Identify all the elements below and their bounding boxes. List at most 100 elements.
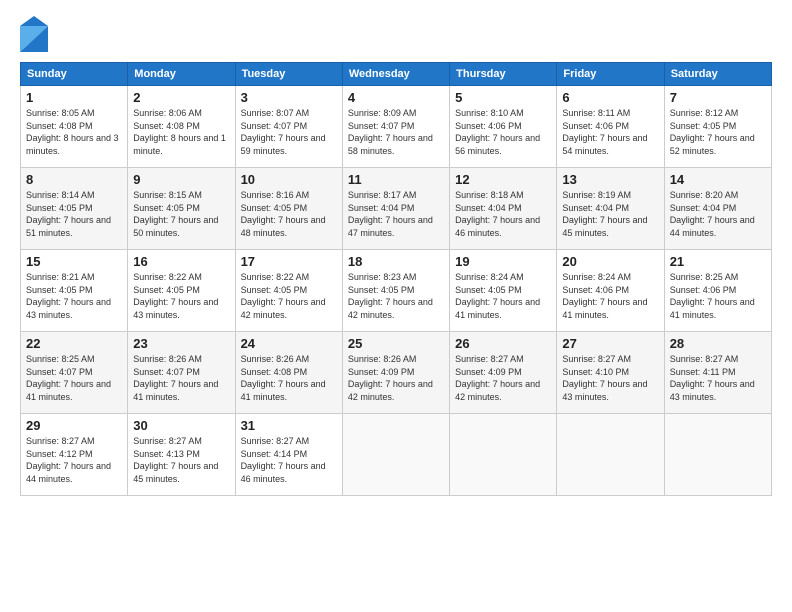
day-info: Sunrise: 8:10 AM Sunset: 4:06 PM Dayligh… xyxy=(455,107,551,157)
day-info: Sunrise: 8:21 AM Sunset: 4:05 PM Dayligh… xyxy=(26,271,122,321)
calendar-cell: 16 Sunrise: 8:22 AM Sunset: 4:05 PM Dayl… xyxy=(128,250,235,332)
sunrise: Sunrise: 8:27 AM xyxy=(133,436,202,446)
calendar-cell: 9 Sunrise: 8:15 AM Sunset: 4:05 PM Dayli… xyxy=(128,168,235,250)
day-number: 9 xyxy=(133,172,229,187)
daylight: Daylight: 7 hours and 41 minutes. xyxy=(670,297,755,320)
sunset: Sunset: 4:05 PM xyxy=(26,285,93,295)
day-number: 21 xyxy=(670,254,766,269)
sunset: Sunset: 4:08 PM xyxy=(133,121,200,131)
sunset: Sunset: 4:06 PM xyxy=(455,121,522,131)
day-info: Sunrise: 8:18 AM Sunset: 4:04 PM Dayligh… xyxy=(455,189,551,239)
daylight: Daylight: 7 hours and 41 minutes. xyxy=(562,297,647,320)
calendar-cell: 28 Sunrise: 8:27 AM Sunset: 4:11 PM Dayl… xyxy=(664,332,771,414)
sunrise: Sunrise: 8:14 AM xyxy=(26,190,95,200)
daylight: Daylight: 7 hours and 45 minutes. xyxy=(562,215,647,238)
sunset: Sunset: 4:07 PM xyxy=(241,121,308,131)
sunset: Sunset: 4:04 PM xyxy=(455,203,522,213)
day-number: 8 xyxy=(26,172,122,187)
day-number: 20 xyxy=(562,254,658,269)
day-info: Sunrise: 8:25 AM Sunset: 4:07 PM Dayligh… xyxy=(26,353,122,403)
sunset: Sunset: 4:09 PM xyxy=(348,367,415,377)
calendar-cell: 12 Sunrise: 8:18 AM Sunset: 4:04 PM Dayl… xyxy=(450,168,557,250)
daylight: Daylight: 7 hours and 43 minutes. xyxy=(670,379,755,402)
sunrise: Sunrise: 8:23 AM xyxy=(348,272,417,282)
day-number: 23 xyxy=(133,336,229,351)
calendar-cell: 1 Sunrise: 8:05 AM Sunset: 4:08 PM Dayli… xyxy=(21,86,128,168)
day-info: Sunrise: 8:26 AM Sunset: 4:09 PM Dayligh… xyxy=(348,353,444,403)
sunset: Sunset: 4:07 PM xyxy=(26,367,93,377)
sunset: Sunset: 4:12 PM xyxy=(26,449,93,459)
daylight: Daylight: 7 hours and 46 minutes. xyxy=(241,461,326,484)
calendar-cell: 17 Sunrise: 8:22 AM Sunset: 4:05 PM Dayl… xyxy=(235,250,342,332)
day-info: Sunrise: 8:27 AM Sunset: 4:13 PM Dayligh… xyxy=(133,435,229,485)
calendar-week-row: 22 Sunrise: 8:25 AM Sunset: 4:07 PM Dayl… xyxy=(21,332,772,414)
sunset: Sunset: 4:05 PM xyxy=(670,121,737,131)
day-info: Sunrise: 8:23 AM Sunset: 4:05 PM Dayligh… xyxy=(348,271,444,321)
daylight: Daylight: 7 hours and 51 minutes. xyxy=(26,215,111,238)
daylight: Daylight: 7 hours and 42 minutes. xyxy=(348,297,433,320)
calendar-cell: 19 Sunrise: 8:24 AM Sunset: 4:05 PM Dayl… xyxy=(450,250,557,332)
daylight: Daylight: 7 hours and 41 minutes. xyxy=(133,379,218,402)
day-info: Sunrise: 8:06 AM Sunset: 4:08 PM Dayligh… xyxy=(133,107,229,157)
daylight: Daylight: 7 hours and 41 minutes. xyxy=(241,379,326,402)
day-number: 5 xyxy=(455,90,551,105)
sunset: Sunset: 4:06 PM xyxy=(562,121,629,131)
day-number: 22 xyxy=(26,336,122,351)
day-number: 28 xyxy=(670,336,766,351)
sunset: Sunset: 4:05 PM xyxy=(133,203,200,213)
calendar-cell: 14 Sunrise: 8:20 AM Sunset: 4:04 PM Dayl… xyxy=(664,168,771,250)
calendar-header-cell: Tuesday xyxy=(235,63,342,86)
sunset: Sunset: 4:11 PM xyxy=(670,367,736,377)
calendar-cell: 23 Sunrise: 8:26 AM Sunset: 4:07 PM Dayl… xyxy=(128,332,235,414)
calendar-cell: 26 Sunrise: 8:27 AM Sunset: 4:09 PM Dayl… xyxy=(450,332,557,414)
calendar-cell: 6 Sunrise: 8:11 AM Sunset: 4:06 PM Dayli… xyxy=(557,86,664,168)
day-number: 25 xyxy=(348,336,444,351)
day-info: Sunrise: 8:16 AM Sunset: 4:05 PM Dayligh… xyxy=(241,189,337,239)
sunrise: Sunrise: 8:26 AM xyxy=(133,354,202,364)
sunset: Sunset: 4:05 PM xyxy=(455,285,522,295)
day-number: 11 xyxy=(348,172,444,187)
calendar-cell: 11 Sunrise: 8:17 AM Sunset: 4:04 PM Dayl… xyxy=(342,168,449,250)
day-info: Sunrise: 8:22 AM Sunset: 4:05 PM Dayligh… xyxy=(133,271,229,321)
daylight: Daylight: 7 hours and 56 minutes. xyxy=(455,133,540,156)
day-info: Sunrise: 8:17 AM Sunset: 4:04 PM Dayligh… xyxy=(348,189,444,239)
calendar: SundayMondayTuesdayWednesdayThursdayFrid… xyxy=(20,62,772,496)
daylight: Daylight: 7 hours and 41 minutes. xyxy=(26,379,111,402)
day-number: 12 xyxy=(455,172,551,187)
day-info: Sunrise: 8:11 AM Sunset: 4:06 PM Dayligh… xyxy=(562,107,658,157)
daylight: Daylight: 7 hours and 59 minutes. xyxy=(241,133,326,156)
day-number: 3 xyxy=(241,90,337,105)
day-info: Sunrise: 8:15 AM Sunset: 4:05 PM Dayligh… xyxy=(133,189,229,239)
day-number: 27 xyxy=(562,336,658,351)
sunset: Sunset: 4:05 PM xyxy=(241,285,308,295)
daylight: Daylight: 7 hours and 42 minutes. xyxy=(241,297,326,320)
day-info: Sunrise: 8:27 AM Sunset: 4:11 PM Dayligh… xyxy=(670,353,766,403)
sunset: Sunset: 4:04 PM xyxy=(670,203,737,213)
day-info: Sunrise: 8:19 AM Sunset: 4:04 PM Dayligh… xyxy=(562,189,658,239)
day-number: 26 xyxy=(455,336,551,351)
day-number: 14 xyxy=(670,172,766,187)
sunset: Sunset: 4:06 PM xyxy=(670,285,737,295)
day-number: 15 xyxy=(26,254,122,269)
calendar-cell: 8 Sunrise: 8:14 AM Sunset: 4:05 PM Dayli… xyxy=(21,168,128,250)
sunrise: Sunrise: 8:10 AM xyxy=(455,108,524,118)
daylight: Daylight: 7 hours and 50 minutes. xyxy=(133,215,218,238)
sunset: Sunset: 4:13 PM xyxy=(133,449,200,459)
day-info: Sunrise: 8:26 AM Sunset: 4:08 PM Dayligh… xyxy=(241,353,337,403)
day-info: Sunrise: 8:24 AM Sunset: 4:05 PM Dayligh… xyxy=(455,271,551,321)
day-info: Sunrise: 8:25 AM Sunset: 4:06 PM Dayligh… xyxy=(670,271,766,321)
day-number: 16 xyxy=(133,254,229,269)
day-info: Sunrise: 8:22 AM Sunset: 4:05 PM Dayligh… xyxy=(241,271,337,321)
daylight: Daylight: 8 hours and 3 minutes. xyxy=(26,133,119,156)
sunset: Sunset: 4:04 PM xyxy=(562,203,629,213)
day-number: 2 xyxy=(133,90,229,105)
calendar-cell: 25 Sunrise: 8:26 AM Sunset: 4:09 PM Dayl… xyxy=(342,332,449,414)
sunrise: Sunrise: 8:25 AM xyxy=(26,354,95,364)
day-number: 1 xyxy=(26,90,122,105)
sunrise: Sunrise: 8:27 AM xyxy=(26,436,95,446)
calendar-header-cell: Saturday xyxy=(664,63,771,86)
day-info: Sunrise: 8:09 AM Sunset: 4:07 PM Dayligh… xyxy=(348,107,444,157)
sunset: Sunset: 4:10 PM xyxy=(562,367,629,377)
day-number: 4 xyxy=(348,90,444,105)
daylight: Daylight: 7 hours and 45 minutes. xyxy=(133,461,218,484)
